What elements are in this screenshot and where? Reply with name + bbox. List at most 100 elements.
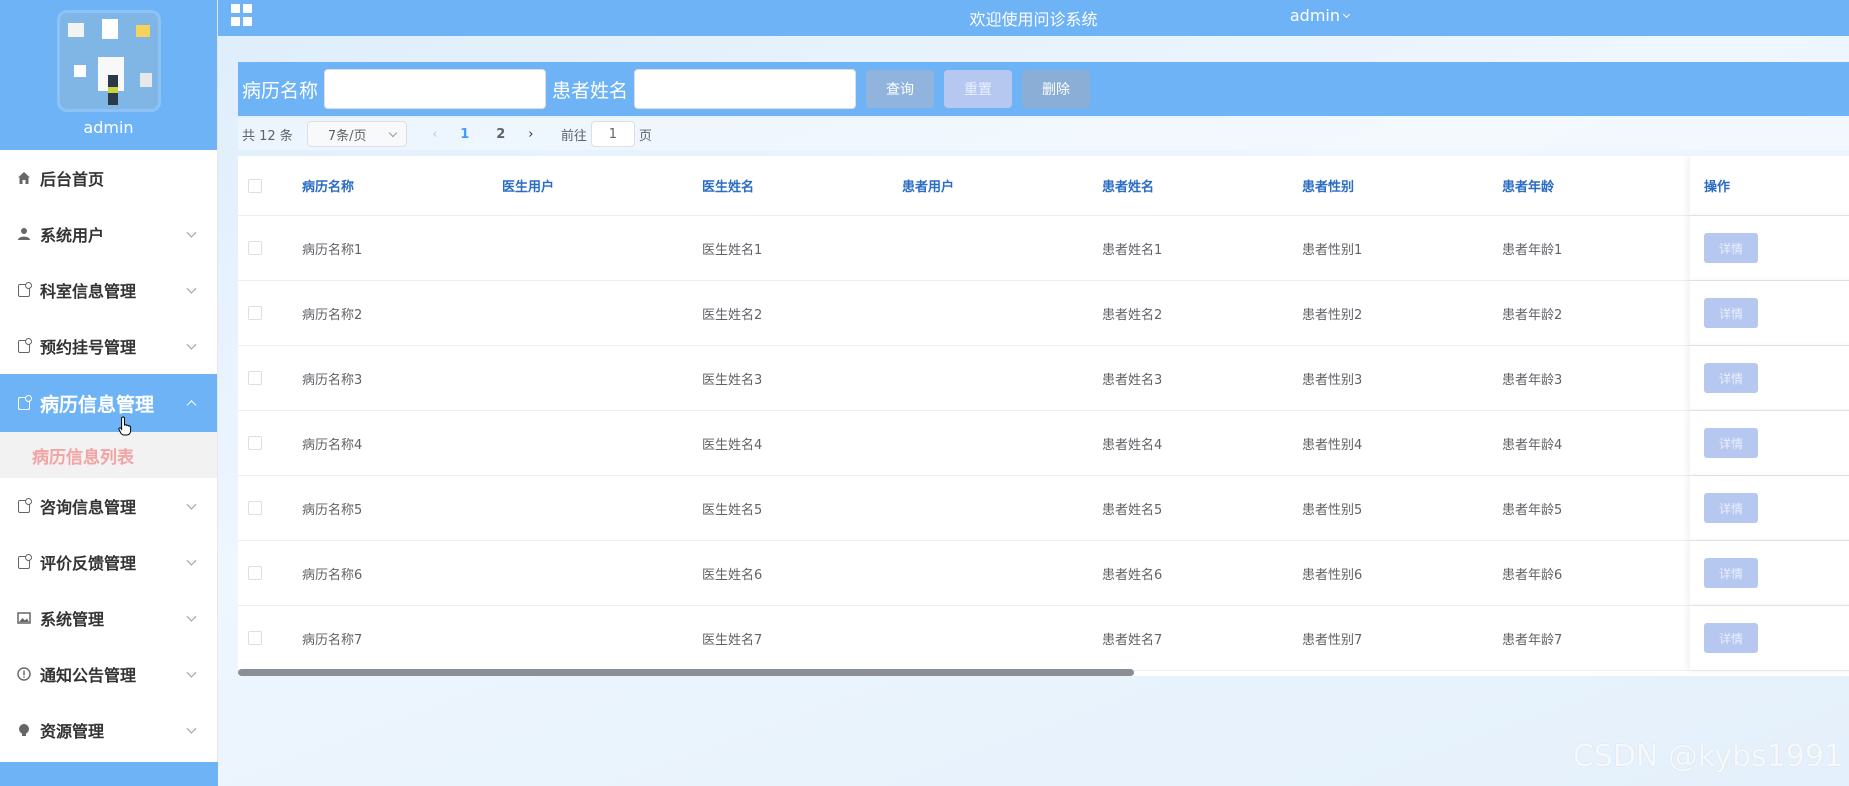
table-cell: 医生姓名7 [702,632,763,648]
doc-icon [16,394,32,411]
table-cell: 患者性别2 [1302,307,1363,323]
column-header: 患者性别 [1302,180,1355,195]
sidebar-item-label: 病历信息管理 [40,393,155,416]
user-icon [16,226,32,242]
sidebar: admin 后台首页 系统用户 科室信息管理 预约挂号管理 病历信息管理 病历信… [0,0,218,786]
table-cell: 患者性别1 [1302,242,1363,258]
row-select-cell [238,566,302,580]
page-size-value: 7条/页 [327,128,367,144]
chevron-down-icon [186,499,197,510]
sidebar-item-label: 通知公告管理 [40,666,137,685]
table-cell: 患者性别4 [1302,437,1363,453]
delete-button[interactable]: 删除 [1022,70,1091,108]
row-checkbox[interactable] [248,631,262,645]
sidebar-item-department[interactable]: 科室信息管理 [0,262,217,318]
pagination: 共 12 条 7条/页 ‹ 1 2 › 前往 1 页 [238,118,1849,150]
chevron-down-icon [186,611,197,622]
detail-button[interactable]: 详情 [1704,623,1758,653]
sidebar-item-feedback[interactable]: 评价反馈管理 [0,534,217,590]
page-size-select[interactable]: 7条/页 [306,121,407,147]
home-icon [16,170,32,186]
reset-button[interactable]: 重置 [944,70,1013,108]
chevron-up-icon [186,400,197,411]
row-select-cell [238,436,302,450]
pagination-total: 共 12 条 [242,128,293,144]
chevron-down-icon [388,128,398,138]
chevron-down-icon [186,227,197,238]
table-cell: 病历名称1 [302,242,363,258]
sidebar-menu: 后台首页 系统用户 科室信息管理 预约挂号管理 病历信息管理 病历信息列表 咨询… [0,150,217,758]
header-title: 欢迎使用问诊系统 [969,10,1098,29]
doc-icon [16,497,32,514]
record-name-input[interactable] [324,69,547,109]
page-1-button[interactable]: 1 [447,127,483,142]
patient-name-input[interactable] [634,69,857,109]
page-suffix-label: 页 [638,128,652,144]
avatar[interactable] [56,10,161,112]
row-checkbox[interactable] [248,306,262,320]
table-cell: 医生姓名6 [702,567,763,583]
detail-button[interactable]: 详情 [1704,233,1758,263]
info-icon [16,666,32,682]
sidebar-item-label: 咨询信息管理 [40,498,137,517]
column-header: 患者年龄 [1502,180,1555,195]
next-page-button[interactable]: › [519,127,543,142]
row-checkbox[interactable] [248,566,262,580]
detail-button[interactable]: 详情 [1704,363,1758,393]
table-cell: 患者姓名5 [1102,502,1163,518]
table-cell: 病历名称2 [302,307,363,323]
row-checkbox[interactable] [248,501,262,515]
table-cell: 病历名称3 [302,372,363,388]
sidebar-item-home[interactable]: 后台首页 [0,150,217,206]
table-cell: 患者性别7 [1302,632,1363,648]
chevron-down-icon [186,555,197,566]
detail-button[interactable]: 详情 [1704,428,1758,458]
sidebar-item-label: 后台首页 [40,170,105,189]
detail-button[interactable]: 详情 [1704,558,1758,588]
sidebar-subitem-medical-record-list[interactable]: 病历信息列表 [0,432,217,478]
table-cell: 患者年龄2 [1502,307,1563,323]
page-2-button[interactable]: 2 [483,127,519,142]
row-checkbox[interactable] [248,436,262,450]
table-cell: 患者年龄6 [1502,567,1563,583]
horizontal-scrollbar[interactable] [238,669,1134,676]
profile-panel: admin [0,0,217,150]
table-cell: 患者姓名2 [1102,307,1163,323]
row-checkbox[interactable] [248,371,262,385]
query-button[interactable]: 查询 [866,70,935,108]
row-select-cell [238,631,302,645]
chevron-down-icon [186,723,197,734]
prev-page-button[interactable]: ‹ [423,127,447,142]
detail-button[interactable]: 详情 [1704,493,1758,523]
table-cell: 患者年龄4 [1502,437,1563,453]
sidebar-item-label: 系统管理 [40,610,105,629]
search-bar: 病历名称 患者姓名 查询 重置 删除 [238,62,1849,116]
table-header: 病历名称 医生用户 医生姓名 患者用户 患者姓名 患者性别 患者年龄 操作 [238,156,1849,216]
detail-button[interactable]: 详情 [1704,298,1758,328]
column-header: 病历名称 [302,180,355,195]
sidebar-item-consultation[interactable]: 咨询信息管理 [0,478,217,534]
page-jump-input[interactable]: 1 [590,121,635,147]
select-all-checkbox[interactable] [248,178,262,193]
table-cell: 患者姓名1 [1102,242,1163,258]
table-row: 病历名称5 医生姓名5 患者姓名5 患者性别5 患者年龄5 详情 [238,476,1849,541]
row-checkbox[interactable] [248,241,262,255]
table-cell: 病历名称4 [302,437,363,453]
sidebar-item-resources[interactable]: 资源管理 [0,702,217,758]
chevron-down-icon [186,339,197,350]
sidebar-item-system-users[interactable]: 系统用户 [0,206,217,262]
sidebar-item-system-management[interactable]: 系统管理 [0,590,217,646]
chevron-down-icon [1342,10,1351,19]
patient-name-label: 患者姓名 [552,79,629,102]
doc-icon [16,337,32,354]
column-header: 医生姓名 [702,180,755,195]
column-header: 患者姓名 [1102,180,1155,195]
sidebar-item-label: 资源管理 [40,722,105,741]
sidebar-item-notice[interactable]: 通知公告管理 [0,646,217,702]
user-menu[interactable]: admin [1290,6,1351,25]
sidebar-item-appointment[interactable]: 预约挂号管理 [0,318,217,374]
sidebar-item-medical-records[interactable]: 病历信息管理 [0,374,217,432]
table-cell: 患者姓名3 [1102,372,1163,388]
table-cell: 病历名称5 [302,502,363,518]
row-actions: 详情 [1690,606,1849,670]
